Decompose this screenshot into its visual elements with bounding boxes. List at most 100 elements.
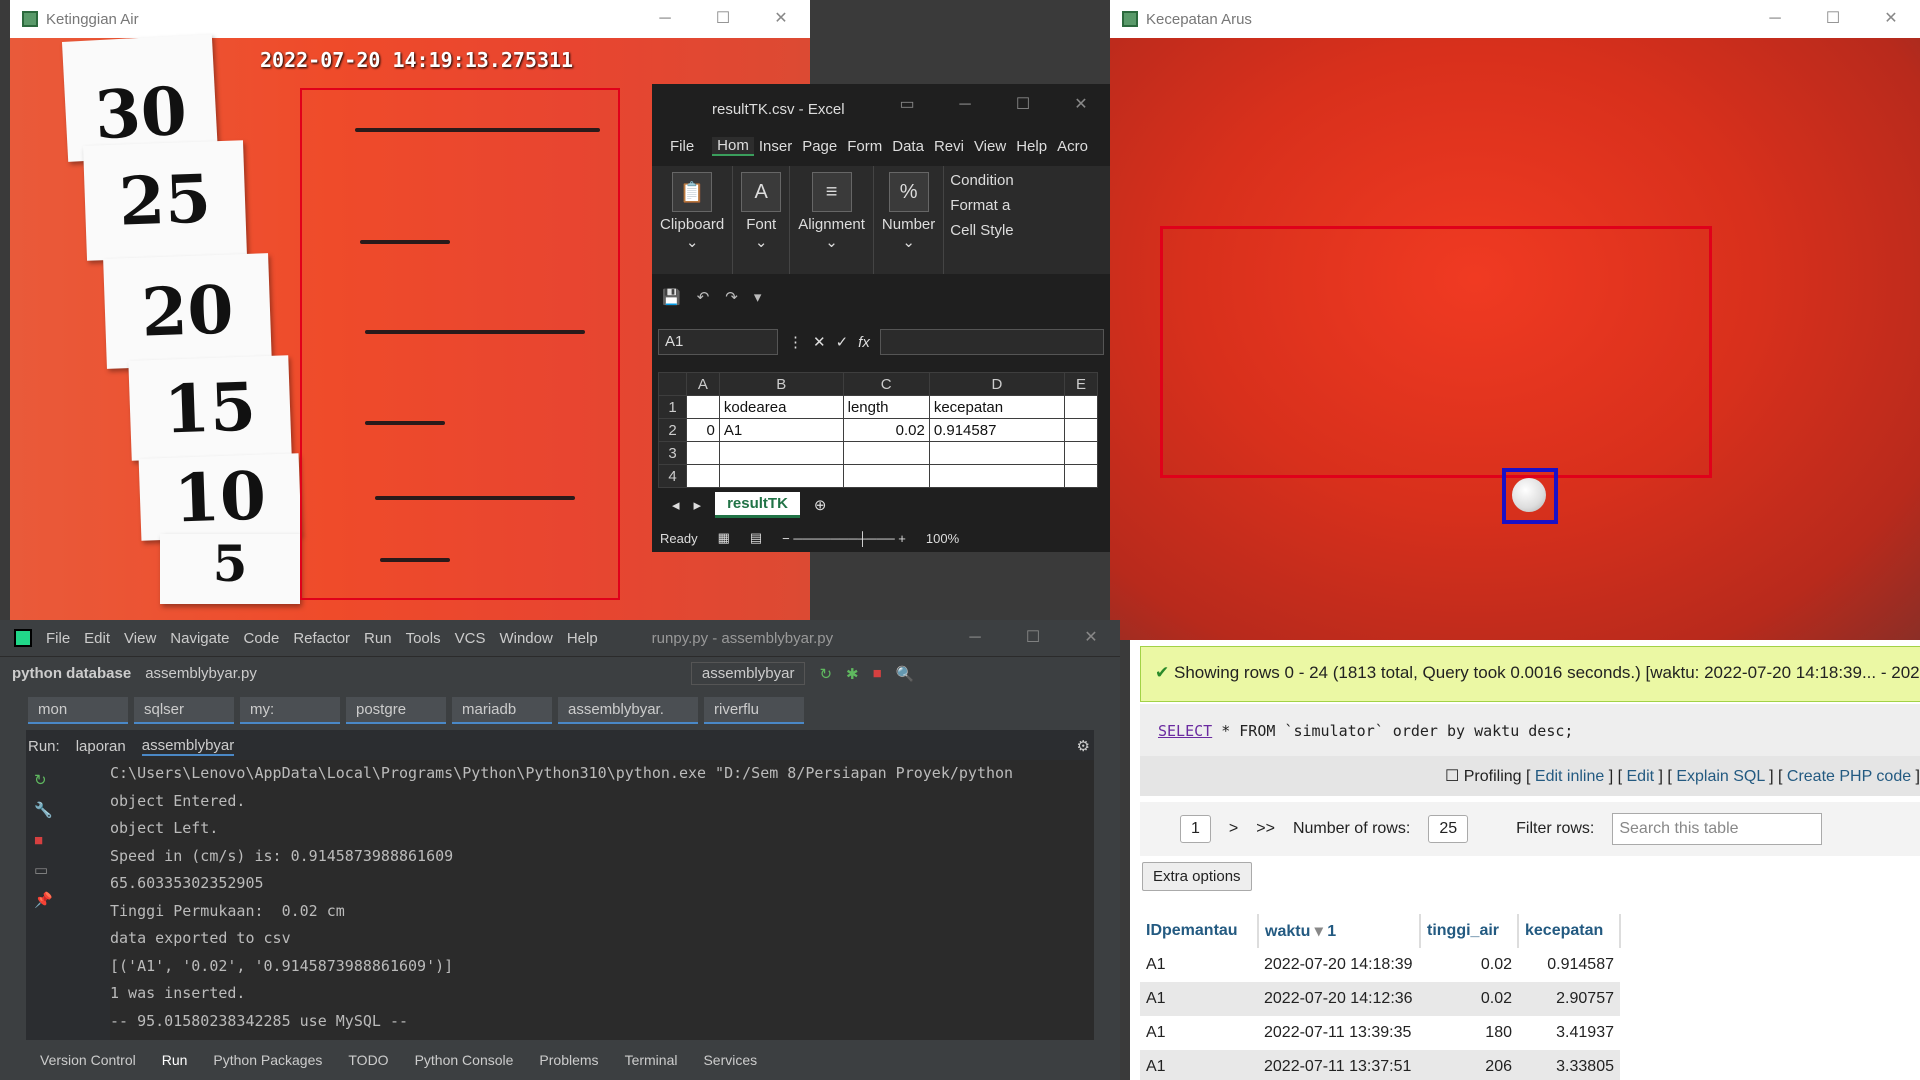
normal-view-icon[interactable]: ▦ (718, 530, 730, 546)
tab-insert[interactable]: Inser (754, 138, 797, 155)
tab-acrobat[interactable]: Acro (1052, 138, 1093, 155)
menu-navigate[interactable]: Navigate (170, 630, 229, 647)
column-header[interactable]: waktu ▾ 1 (1258, 914, 1421, 948)
conditional-formatting-button[interactable]: Condition (950, 172, 1013, 189)
rows-select[interactable]: 25 (1428, 815, 1469, 843)
menu-file[interactable]: File (46, 630, 70, 647)
tab-file[interactable]: File (652, 138, 712, 155)
wrench-icon[interactable]: 🔧 (34, 796, 102, 826)
terminal-tab[interactable]: Terminal (625, 1052, 678, 1068)
name-box[interactable]: A1 (658, 329, 778, 355)
ribbon-display-icon[interactable]: ▭ (878, 86, 936, 124)
maximize-icon[interactable]: ☐ (694, 0, 752, 38)
sheet-tab[interactable]: resultTK (715, 492, 800, 518)
close-icon[interactable]: ✕ (1052, 86, 1110, 124)
python-packages-tab[interactable]: Python Packages (213, 1052, 322, 1068)
next-page-button[interactable]: > (1229, 820, 1238, 838)
debug-icon[interactable]: ✱ (846, 665, 859, 683)
run-config-select[interactable]: assemblybyar (690, 662, 806, 685)
close-icon[interactable]: ✕ (752, 0, 810, 38)
more-icon[interactable]: ⋮ (788, 333, 803, 351)
minimize-icon[interactable]: ─ (636, 0, 694, 38)
column-header[interactable]: kecepatan (1518, 914, 1621, 948)
filter-input[interactable]: Search this table (1612, 813, 1823, 845)
todo-tab[interactable]: TODO (348, 1052, 388, 1068)
run-console[interactable]: C:\Users\Lenovo\AppData\Local\Programs\P… (110, 760, 1100, 1040)
editor-tab[interactable]: my: (240, 696, 340, 724)
run-tab[interactable]: Run (162, 1052, 188, 1068)
format-as-table-button[interactable]: Format a (950, 197, 1013, 214)
version-control-tab[interactable]: Version Control (40, 1052, 136, 1068)
menu-tools[interactable]: Tools (406, 630, 441, 647)
rerun-icon[interactable]: ↻ (34, 766, 102, 796)
column-header[interactable]: IDpemantau (1140, 914, 1259, 948)
edit-link[interactable]: Edit (1627, 768, 1655, 785)
minimize-icon[interactable]: ─ (1746, 0, 1804, 38)
editor-tab[interactable]: riverflu (704, 696, 804, 724)
tab-data[interactable]: Data (887, 138, 929, 155)
tab-help[interactable]: Help (1011, 138, 1052, 155)
column-header[interactable]: tinggi_air (1420, 914, 1519, 948)
stop-icon[interactable]: ■ (34, 826, 102, 856)
services-tab[interactable]: Services (703, 1052, 757, 1068)
editor-tab[interactable]: mariadb (452, 696, 552, 724)
tab-view[interactable]: View (969, 138, 1011, 155)
layout-icon[interactable]: ▭ (34, 856, 102, 886)
zoom-slider[interactable]: − ───────┼─── + (782, 531, 906, 546)
page-select[interactable]: 1 (1180, 815, 1211, 843)
create-php-link[interactable]: Create PHP code (1787, 768, 1911, 785)
prev-sheet-icon[interactable]: ◂ (672, 496, 680, 514)
menu-edit[interactable]: Edit (84, 630, 110, 647)
clipboard-group[interactable]: 📋 Clipboard ⌄ (652, 166, 734, 274)
pin-icon[interactable]: 📌 (34, 886, 102, 916)
maximize-icon[interactable]: ☐ (1804, 0, 1862, 38)
profiling-checkbox[interactable]: ☐ (1445, 768, 1459, 785)
next-sheet-icon[interactable]: ▸ (694, 496, 702, 514)
gear-icon[interactable]: ⚙ (1077, 737, 1090, 755)
maximize-icon[interactable]: ☐ (1004, 620, 1062, 656)
redo-icon[interactable]: ↷ (725, 288, 738, 306)
page-layout-icon[interactable]: ▤ (750, 530, 762, 546)
zoom-level[interactable]: 100% (926, 531, 959, 546)
alignment-group[interactable]: ≡ Alignment ⌄ (790, 166, 874, 274)
cell-styles-button[interactable]: Cell Style (950, 222, 1013, 239)
menu-run[interactable]: Run (364, 630, 392, 647)
rerun-icon[interactable]: ↻ (819, 665, 832, 683)
close-icon[interactable]: ✕ (1862, 0, 1920, 38)
formula-input[interactable] (879, 329, 1104, 355)
menu-help[interactable]: Help (567, 630, 598, 647)
edit-inline-link[interactable]: Edit inline (1535, 768, 1604, 785)
editor-tab[interactable]: sqlser (134, 696, 234, 724)
menu-vcs[interactable]: VCS (455, 630, 486, 647)
last-page-button[interactable]: >> (1256, 820, 1275, 838)
menu-code[interactable]: Code (243, 630, 279, 647)
close-icon[interactable]: ✕ (1062, 620, 1120, 656)
undo-icon[interactable]: ↶ (697, 288, 710, 306)
number-group[interactable]: % Number ⌄ (874, 166, 945, 274)
cancel-icon[interactable]: ✕ (813, 333, 826, 351)
fx-icon[interactable]: fx (858, 334, 870, 351)
spreadsheet-grid[interactable]: ABCDE 1 kodearea length kecepatan 2 0 A1 0.02 0… (658, 372, 1098, 488)
minimize-icon[interactable]: ─ (936, 86, 994, 124)
problems-tab[interactable]: Problems (539, 1052, 598, 1068)
breadcrumb-file[interactable]: assemblybyar.py (145, 665, 257, 682)
tab-home[interactable]: Hom (712, 136, 754, 156)
save-icon[interactable]: 💾 (662, 288, 681, 306)
sql-keyword[interactable]: SELECT (1158, 722, 1212, 740)
maximize-icon[interactable]: ☐ (994, 86, 1052, 124)
tab-page[interactable]: Page (797, 138, 842, 155)
customize-icon[interactable]: ▾ (754, 288, 762, 306)
editor-tab[interactable]: mon (28, 696, 128, 724)
menu-view[interactable]: View (124, 630, 156, 647)
enter-icon[interactable]: ✓ (836, 333, 849, 351)
extra-options-button[interactable]: Extra options (1142, 862, 1252, 891)
editor-tab[interactable]: postgre (346, 696, 446, 724)
menu-window[interactable]: Window (499, 630, 552, 647)
stop-icon[interactable]: ■ (873, 665, 882, 682)
breadcrumb-project[interactable]: python database (12, 665, 131, 682)
minimize-icon[interactable]: ─ (946, 620, 1004, 656)
run-tab[interactable]: assemblybyar (141, 737, 235, 756)
run-tab[interactable]: laporan (76, 738, 126, 755)
editor-tab[interactable]: assemblybyar. (558, 696, 698, 724)
search-icon[interactable]: 🔍 (896, 665, 915, 683)
